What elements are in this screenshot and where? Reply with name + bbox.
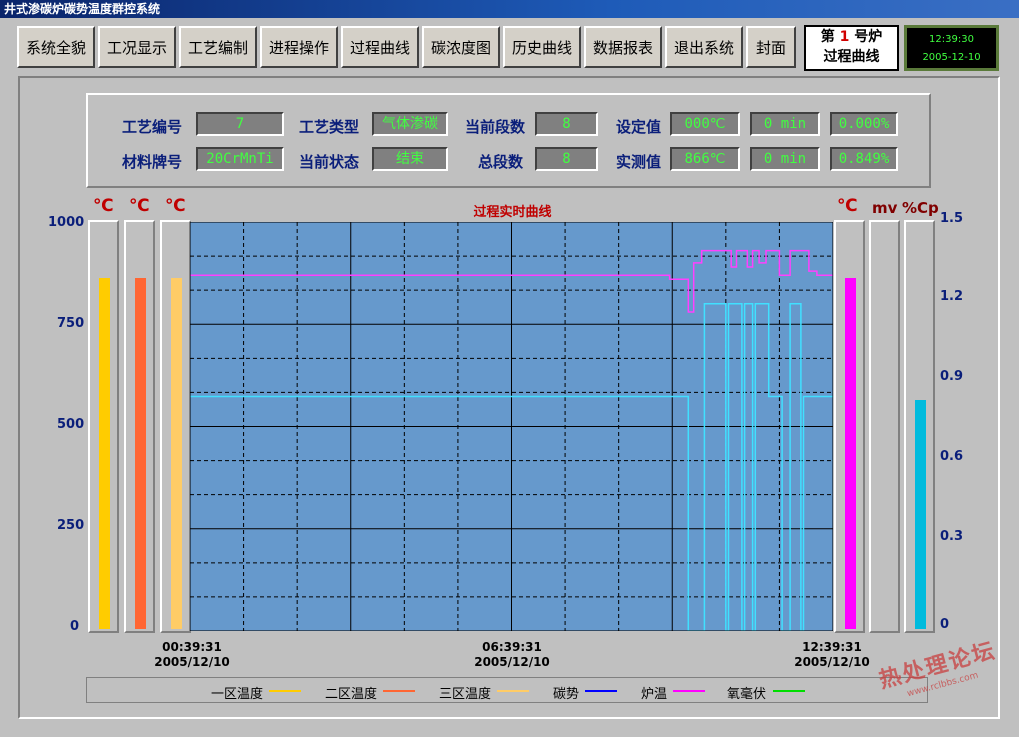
x-tick-time: 06:39:31 <box>482 640 542 654</box>
set-cp-field: 0.000% <box>830 112 898 136</box>
furnace-prefix: 第 <box>820 29 835 45</box>
process-type-label: 工艺类型 <box>299 118 360 136</box>
act-cp-field: 0.849% <box>830 147 898 171</box>
y-left-tick: 250 <box>57 518 85 533</box>
legend-swatch <box>773 690 805 692</box>
x-tick-time: 00:39:31 <box>162 640 222 654</box>
chart-title: 过程实时曲线 <box>473 205 552 220</box>
x-tick-time: 12:39:31 <box>802 640 862 654</box>
legend-label: 一区温度 <box>211 687 264 702</box>
cp-unit-label: %Cp <box>902 199 939 217</box>
menu-process-curve-button[interactable]: 过程曲线 <box>341 26 419 68</box>
chart-legend: 一区温度 二区温度 三区温度 碳势 炉温 氧毫伏 <box>86 677 928 703</box>
furnace-temp-gauge-fill <box>845 278 856 629</box>
mv-unit-label: mv <box>872 199 898 217</box>
y-left-tick: 500 <box>57 417 85 432</box>
menu-process-operate-button[interactable]: 进程操作 <box>260 26 338 68</box>
menu-carbon-profile-button[interactable]: 碳浓度图 <box>422 26 500 68</box>
zone1-temp-gauge <box>88 220 119 633</box>
x-tick-date: 2005/12/10 <box>794 655 870 669</box>
zone3-temp-gauge-fill <box>171 278 182 629</box>
zone1-temp-gauge-fill <box>99 278 110 629</box>
menu-process-edit-button[interactable]: 工艺编制 <box>179 26 257 68</box>
x-tick-date: 2005/12/10 <box>474 655 550 669</box>
menu-cover-button[interactable]: 封面 <box>746 26 796 68</box>
setpoint-label: 设定值 <box>616 118 662 136</box>
furnace-temp-unit-label: ℃ <box>837 196 858 216</box>
info-panel <box>86 93 931 188</box>
legend-swatch <box>497 690 529 692</box>
menu-system-overview-button[interactable]: 系统全貌 <box>17 26 95 68</box>
x-tick-mid: 06:39:31 2005/12/10 <box>472 640 552 670</box>
legend-swatch <box>383 690 415 692</box>
zone2-temp-gauge-fill <box>135 278 146 629</box>
process-type-field: 气体渗碳 <box>372 112 448 136</box>
material-label: 材料牌号 <box>122 153 183 171</box>
set-temp-field: 000℃ <box>670 112 740 136</box>
y-right-tick: 0 <box>940 617 950 632</box>
menu-exit-button[interactable]: 退出系统 <box>665 26 743 68</box>
x-tick-start: 00:39:31 2005/12/10 <box>152 640 232 670</box>
act-temp-field: 866℃ <box>670 147 740 171</box>
status-field: 结束 <box>372 147 448 171</box>
x-tick-end: 12:39:31 2005/12/10 <box>792 640 872 670</box>
current-seg-label: 当前段数 <box>465 118 526 136</box>
menu-status-display-button[interactable]: 工况显示 <box>98 26 176 68</box>
furnace-temp-gauge <box>834 220 865 633</box>
y-left-tick: 1000 <box>48 215 85 230</box>
y-left-tick: 0 <box>70 619 80 634</box>
legend-label: 二区温度 <box>325 687 378 702</box>
total-seg-field: 8 <box>535 147 598 171</box>
material-field: 20CrMnTi <box>196 147 284 171</box>
y-right-tick: 1.2 <box>940 289 964 304</box>
carbon-potential-gauge <box>904 220 935 633</box>
legend-swatch <box>269 690 301 692</box>
y-right-tick: 0.6 <box>940 449 964 464</box>
status-label: 当前状态 <box>299 153 360 171</box>
zone2-temp-gauge <box>124 220 155 633</box>
x-tick-date: 2005/12/10 <box>154 655 230 669</box>
y-right-tick: 1.5 <box>940 211 964 226</box>
legend-swatch <box>585 690 617 692</box>
window-title: 井式渗碳炉碳势温度群控系统 <box>0 0 1019 18</box>
menu-data-report-button[interactable]: 数据报表 <box>584 26 662 68</box>
oxygen-mv-gauge <box>869 220 900 633</box>
clock-time: 12:39:30 <box>929 34 974 45</box>
zone3-unit-label: ℃ <box>165 196 186 216</box>
total-seg-label: 总段数 <box>478 153 524 171</box>
menu-history-curve-button[interactable]: 历史曲线 <box>503 26 581 68</box>
zone3-temp-gauge <box>160 220 191 633</box>
y-right-tick: 0.9 <box>940 369 964 384</box>
current-seg-field: 8 <box>535 112 598 136</box>
furnace-indicator: 第 1 号炉 过程曲线 <box>804 25 899 71</box>
process-no-field: 7 <box>196 112 284 136</box>
act-time-field: 0 min <box>750 147 820 171</box>
zone2-unit-label: ℃ <box>129 196 150 216</box>
legend-swatch <box>673 690 705 692</box>
legend-label: 炉温 <box>641 687 668 702</box>
legend-label: 三区温度 <box>439 687 492 702</box>
process-curve-chart <box>190 222 833 631</box>
process-no-label: 工艺编号 <box>122 118 183 136</box>
furnace-number: 1 <box>839 29 850 45</box>
legend-label: 碳势 <box>553 687 580 702</box>
y-left-tick: 750 <box>57 316 85 331</box>
legend-label: 氧毫伏 <box>727 687 767 702</box>
measured-label: 实测值 <box>616 153 662 171</box>
furnace-suffix: 号炉 <box>854 29 883 45</box>
carbon-potential-gauge-fill <box>915 399 926 629</box>
clock-date: 2005-12-10 <box>922 52 981 63</box>
zone1-unit-label: ℃ <box>93 196 114 216</box>
clock-display: 12:39:30 2005-12-10 <box>904 25 999 71</box>
furnace-subtitle: 过程曲线 <box>823 49 880 65</box>
set-time-field: 0 min <box>750 112 820 136</box>
y-right-tick: 0.3 <box>940 529 964 544</box>
